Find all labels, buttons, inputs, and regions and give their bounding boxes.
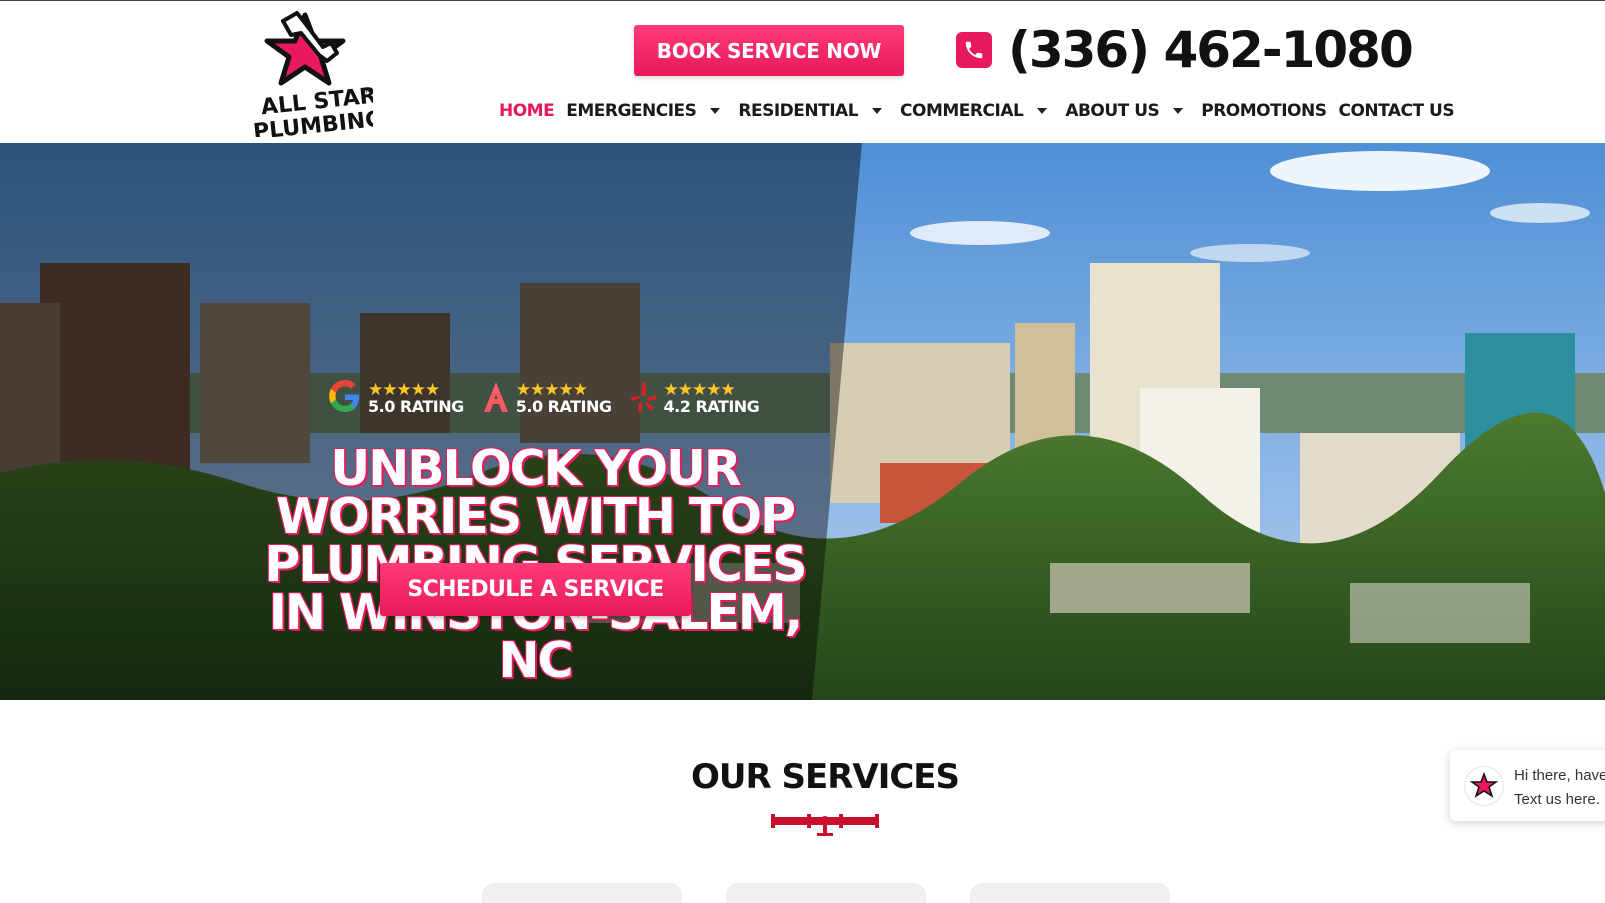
service-card[interactable] [970, 883, 1170, 903]
nav-item-contact-us[interactable]: CONTACT US [1338, 101, 1454, 121]
phone-icon[interactable] [956, 32, 992, 68]
yelp-icon [630, 380, 658, 418]
services-heading: OUR SERVICES [690, 757, 960, 797]
headline-line: WORRIES WITH TOP [276, 488, 796, 545]
yelp-rating[interactable]: ★★★★★ 4.2 RATING [630, 380, 760, 418]
book-service-button[interactable]: BOOK SERVICE NOW [634, 25, 904, 76]
angi-icon [482, 380, 510, 418]
service-card[interactable] [482, 883, 682, 903]
chat-widget[interactable]: Hi there, have Text us here. [1450, 750, 1605, 821]
nav-item-emergencies[interactable]: EMERGENCIES [566, 101, 726, 121]
google-rating[interactable]: ★★★★★ 5.0 RATING [328, 380, 464, 418]
nav-item-commercial[interactable]: COMMERCIAL [900, 101, 1053, 121]
nav-item-label: ABOUT US [1065, 101, 1160, 121]
service-card[interactable] [726, 883, 926, 903]
nav-item-label: CONTACT US [1338, 101, 1455, 121]
rating-text: 5.0 RATING [515, 397, 612, 416]
nav-item-promotions[interactable]: PROMOTIONS [1201, 101, 1327, 121]
google-icon [328, 380, 362, 418]
star-rating-icon: ★★★★★ [663, 380, 736, 400]
chevron-down-icon [1037, 108, 1048, 114]
chat-line: Hi there, have [1514, 767, 1605, 784]
chevron-down-icon [1173, 108, 1184, 114]
nav-item-label: COMMERCIAL [900, 101, 1024, 121]
star-rating-icon: ★★★★★ [368, 380, 440, 400]
headline-line: UNBLOCK YOUR [330, 440, 741, 497]
site-header: ALL STAR PLUMBING TM BOOK SERVICE NOW (3… [0, 0, 1605, 145]
nav-item-label: EMERGENCIES [566, 101, 697, 121]
main-nav: HOME EMERGENCIES RESIDENTIAL COMMERCIAL … [499, 99, 1466, 123]
chevron-down-icon [872, 108, 883, 114]
rating-text: 5.0 RATING [368, 397, 464, 416]
headline-line: NC [498, 632, 574, 689]
nav-item-home[interactable]: HOME [499, 101, 555, 121]
ratings-row: ★★★★★ 5.0 RATING ★★★★★ 5.0 RATING ★★★★★ … [328, 380, 760, 418]
nav-item-label: PROMOTIONS [1201, 101, 1327, 121]
nav-item-label: HOME [499, 101, 555, 121]
nav-item-label: RESIDENTIAL [738, 101, 859, 121]
hero-section: ★★★★★ 5.0 RATING ★★★★★ 5.0 RATING ★★★★★ … [0, 143, 1605, 700]
nav-item-residential[interactable]: RESIDENTIAL [738, 101, 888, 121]
chat-line: Text us here. [1514, 791, 1600, 808]
angi-rating[interactable]: ★★★★★ 5.0 RATING [482, 380, 612, 418]
star-rating-icon: ★★★★★ [515, 380, 588, 400]
rating-text: 4.2 RATING [663, 397, 760, 416]
chat-message: Hi there, have Text us here. [1514, 764, 1605, 812]
svg-text:TM: TM [360, 87, 371, 95]
schedule-service-button[interactable]: SCHEDULE A SERVICE [380, 563, 691, 616]
pipe-divider-icon [771, 810, 879, 840]
all-star-plumbing-logo[interactable]: ALL STAR PLUMBING TM [252, 9, 384, 145]
phone-number-link[interactable]: (336) 462-1080 [1008, 21, 1414, 79]
chevron-down-icon [710, 108, 721, 114]
avatar [1464, 766, 1504, 806]
nav-item-about-us[interactable]: ABOUT US [1065, 101, 1189, 121]
